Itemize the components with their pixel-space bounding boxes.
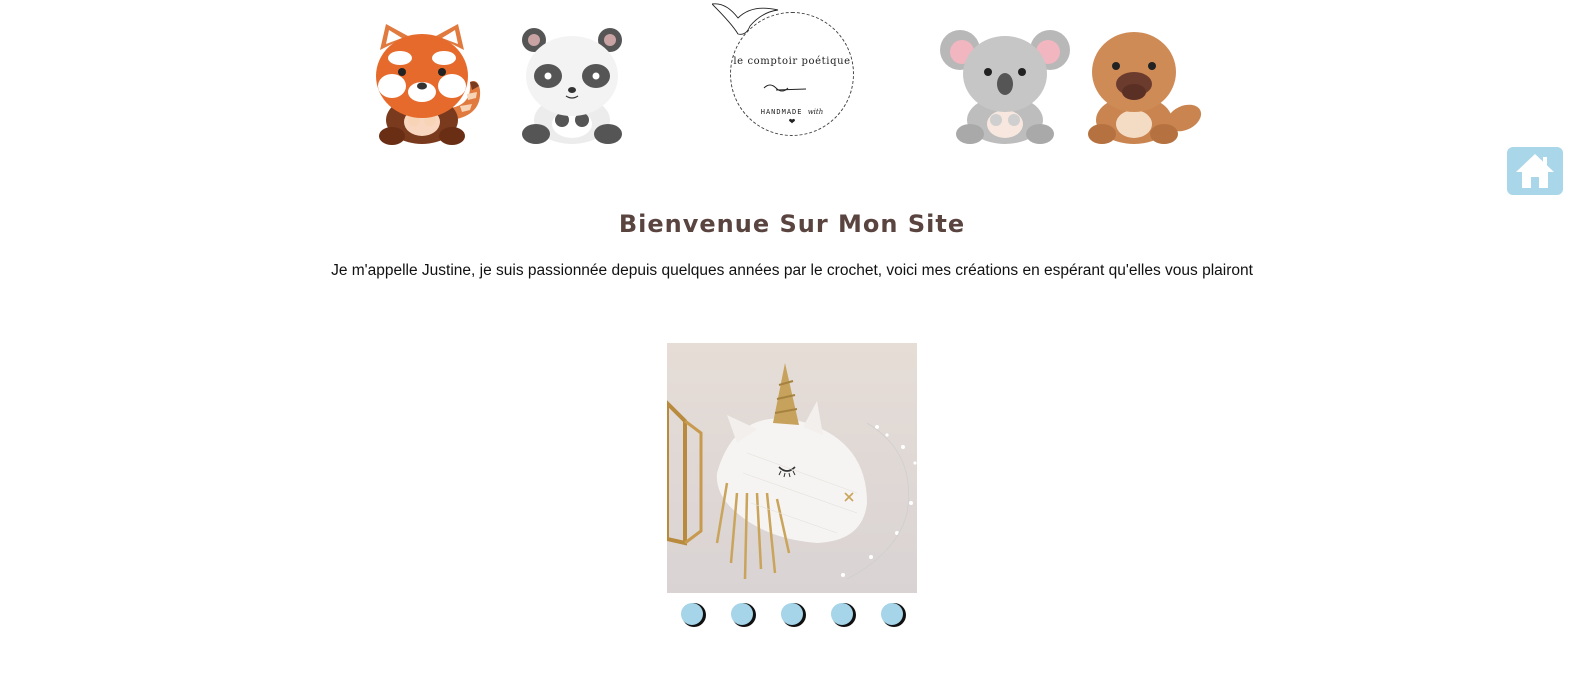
carousel-dot-5[interactable] (881, 603, 903, 625)
carousel-image[interactable] (667, 343, 917, 593)
logo-subtitle-script: with (807, 108, 824, 116)
carousel-dots (681, 603, 921, 627)
carousel-dot-4[interactable] (831, 603, 853, 625)
red-panda-illustration (372, 20, 490, 146)
crochet-unicorn-image (667, 343, 917, 593)
home-icon (1516, 154, 1554, 188)
heart-icon: ❤ (788, 117, 796, 126)
site-logo[interactable]: le comptoir poétique HANDMADE with ❤ (712, 0, 862, 144)
header: le comptoir poétique HANDMADE with ❤ (0, 0, 1584, 150)
logo-subtitle: HANDMADE with (712, 108, 872, 116)
carousel-dot-3[interactable] (781, 603, 803, 625)
wave-icon (763, 84, 807, 92)
carousel-dot-1[interactable] (681, 603, 703, 625)
platypus-illustration (1084, 22, 1204, 146)
home-button[interactable] (1507, 147, 1563, 195)
page: le comptoir poétique HANDMADE with ❤ Bie… (0, 0, 1584, 673)
logo-subtitle-main: HANDMADE (760, 108, 803, 116)
panda-illustration (520, 22, 624, 146)
intro-text: Je m'appelle Justine, je suis passionnée… (331, 262, 1253, 279)
carousel-dot-2[interactable] (731, 603, 753, 625)
logo-title: le comptoir poétique (733, 56, 851, 67)
page-title: Bienvenue Sur Mon Site (618, 210, 966, 238)
koala-illustration (940, 22, 1070, 146)
